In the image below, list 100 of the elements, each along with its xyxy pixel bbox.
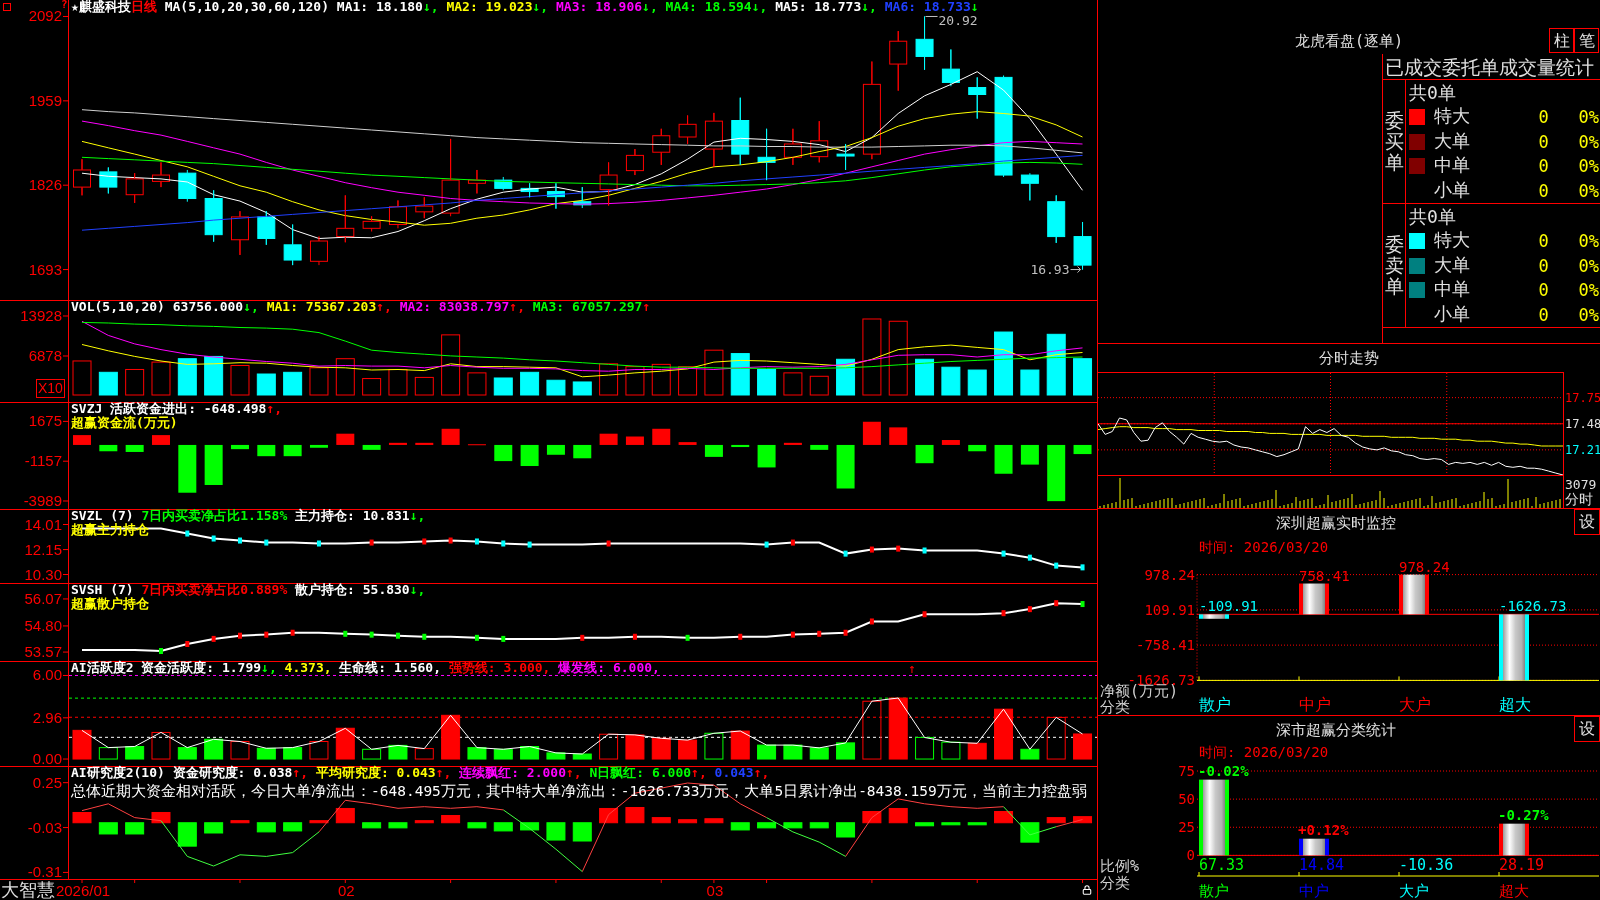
flow-bar <box>678 442 697 445</box>
research-bar <box>283 822 303 832</box>
activity-bar <box>836 742 856 760</box>
research-bar <box>730 822 750 831</box>
volume-bar <box>177 358 197 396</box>
change-marker <box>606 540 611 547</box>
change-marker <box>843 629 848 636</box>
category-label: 超大 <box>1499 695 1531 714</box>
order-share: 0% <box>1578 131 1599 152</box>
flow-bar <box>1020 444 1039 465</box>
flow-bar <box>994 444 1013 474</box>
flow-bar <box>573 444 592 459</box>
research-bar <box>125 822 145 835</box>
flow-bar <box>599 433 618 445</box>
data-label: -10.36 <box>1399 856 1454 874</box>
axis-label: 0.00 <box>32 750 62 766</box>
research-bar <box>1046 817 1066 824</box>
change-marker <box>474 538 479 545</box>
axis-label: 17.75 <box>1565 390 1600 405</box>
axis-label: 1959 <box>28 91 62 109</box>
settings-button[interactable]: 设 <box>1574 716 1600 742</box>
research-bar <box>1020 822 1040 843</box>
axis-label: -758.41 <box>1136 637 1195 654</box>
order-count: 0 <box>1538 107 1549 128</box>
order-size-label: 小单 <box>1434 302 1470 324</box>
data-label: 978.24 <box>1399 558 1450 575</box>
change-marker <box>264 539 269 546</box>
activity-bar <box>651 737 671 760</box>
activity-bar <box>994 708 1014 760</box>
net-flow-bar <box>1299 583 1329 615</box>
indicator-header: AI研究度2(10) 资金研究度: 0.038↑, 平均研究度: 0.043↑, 连续飘红: 2.000↑, N日飘红: 6.000↑, 0.043↑, <box>71 766 770 780</box>
volume-bar <box>546 379 566 396</box>
activity-bar <box>335 727 355 760</box>
indicator-header: ★麒盛科技日线 MA(5,10,20,30,60,120) MA1: 18.180↓, MA2: 19.023↓, MA3: 18.906↓, MA4: 18.594↓, MA5: 18.773↓, MA6: 18.733↓ <box>71 0 979 14</box>
change-marker <box>422 538 427 545</box>
order-count: 0 <box>1538 156 1549 177</box>
volume-bar <box>1020 369 1040 396</box>
change-marker <box>185 530 190 537</box>
flow-bar <box>704 444 723 457</box>
activity-bar <box>888 697 908 760</box>
axis-label: 25 <box>1178 819 1195 836</box>
activity-bar <box>204 738 224 760</box>
activity-bar <box>362 748 382 760</box>
change-marker <box>869 618 874 625</box>
axis-label: 17.48 <box>1565 416 1600 431</box>
panel-title: 龙虎看盘(逐单) <box>1294 32 1404 50</box>
change-marker <box>869 546 874 553</box>
activity-bar <box>704 732 724 760</box>
panel-title: 深市超赢分类统计 <box>1276 720 1396 739</box>
order-size-label: 特大 <box>1434 229 1470 251</box>
flow-bar <box>836 444 855 489</box>
net-flow-bar <box>1499 614 1529 681</box>
volume-bar <box>98 371 118 396</box>
activity-bar <box>757 744 777 760</box>
axis-label: 13928 <box>20 307 62 324</box>
indicator-header: SVZL (7) 7日内买卖净占比1.158% 主力持仓: 10.831↓, <box>71 509 426 523</box>
research-bar <box>414 820 434 824</box>
order-size-label: 大单 <box>1434 253 1470 275</box>
research-bar <box>493 822 513 832</box>
volume-bar <box>230 365 250 396</box>
change-marker <box>817 630 822 637</box>
scale-badge: X10 <box>36 379 65 398</box>
annotation: 20.92 <box>938 13 978 29</box>
date-label: 03 <box>706 882 724 899</box>
lock-icon[interactable] <box>1082 884 1092 896</box>
change-marker <box>1001 610 1006 617</box>
square-icon[interactable] <box>3 3 11 11</box>
research-bar <box>546 822 566 841</box>
axis-label: 14.01 <box>24 515 62 533</box>
settings-button[interactable]: 设 <box>1574 509 1600 535</box>
panel-title: 深圳超赢实时监控 <box>1276 513 1396 532</box>
flow-bar <box>388 442 407 445</box>
volume-max-label: 3079 <box>1565 478 1597 492</box>
research-bar <box>1073 816 1093 824</box>
research-bar <box>177 822 197 847</box>
volume-bar <box>625 366 645 396</box>
research-bar <box>335 808 355 824</box>
flow-bar <box>889 427 908 445</box>
view-toggle-button[interactable]: 笔 <box>1574 28 1599 53</box>
volume-bar <box>915 358 935 396</box>
volume-bar <box>335 358 355 396</box>
date-label: 2026/01 <box>55 882 111 899</box>
axis-label: 1826 <box>28 176 62 194</box>
help-mark[interactable]: ? <box>61 0 68 10</box>
volume-unit-label: 分时 <box>1565 492 1593 507</box>
activity-bar <box>72 729 92 760</box>
research-bar <box>915 822 935 827</box>
research-bar <box>809 822 829 829</box>
change-marker <box>922 611 927 618</box>
category-label: 中户 <box>1299 882 1329 900</box>
order-share: 0% <box>1578 180 1599 201</box>
activity-bar <box>151 731 171 760</box>
order-size-label: 大单 <box>1434 129 1470 151</box>
volume-bar <box>1073 358 1093 396</box>
change-marker <box>790 539 795 546</box>
axis-label: 54.80 <box>24 616 62 634</box>
axis-label: 53.57 <box>24 643 62 661</box>
view-toggle-button[interactable]: 柱 <box>1549 28 1574 53</box>
activity-bar <box>1020 748 1040 760</box>
change-marker <box>185 641 190 647</box>
